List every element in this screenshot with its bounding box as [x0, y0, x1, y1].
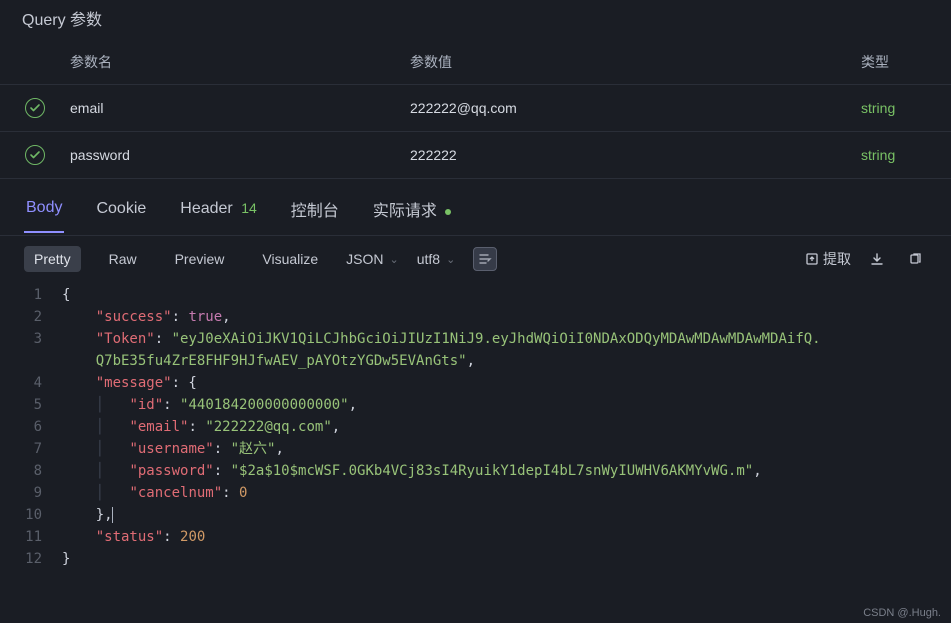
- copy-icon: [908, 252, 922, 266]
- json-key: "id": [129, 397, 163, 413]
- download-button[interactable]: [865, 247, 889, 271]
- json-number: 200: [180, 529, 205, 545]
- section-title: Query 参数: [0, 0, 951, 40]
- table-row[interactable]: email 222222@qq.com string: [0, 85, 951, 132]
- param-name: password: [70, 147, 410, 163]
- line-number: [0, 350, 62, 372]
- json-string: "440184200000000000": [180, 397, 349, 413]
- json-key: "message": [96, 375, 172, 391]
- watermark: CSDN @.Hugh.: [863, 607, 941, 619]
- json-key: "password": [129, 463, 213, 479]
- wrap-toggle-button[interactable]: [473, 247, 497, 271]
- body-toolbar: Pretty Raw Preview Visualize JSON ⌄ utf8…: [0, 236, 951, 282]
- format-select[interactable]: JSON ⌄: [346, 251, 399, 267]
- format-label: JSON: [346, 251, 383, 267]
- extract-button[interactable]: 提取: [805, 249, 851, 269]
- check-icon: [25, 98, 45, 118]
- tab-cookie[interactable]: Cookie: [94, 200, 148, 232]
- json-string: "222222@qq.com": [205, 419, 331, 435]
- chevron-down-icon: ⌄: [446, 253, 455, 266]
- view-raw-button[interactable]: Raw: [99, 246, 147, 272]
- json-string: "eyJ0eXAiOiJKV1QiLCJhbGciOiJIUzI1NiJ9.ey…: [172, 331, 821, 347]
- param-name: email: [70, 100, 410, 116]
- tab-console[interactable]: 控制台: [289, 197, 341, 235]
- cursor: [112, 507, 113, 523]
- view-visualize-button[interactable]: Visualize: [252, 246, 328, 272]
- check-icon: [25, 145, 45, 165]
- line-number: 2: [0, 306, 62, 328]
- line-number: 6: [0, 416, 62, 438]
- line-number: 7: [0, 438, 62, 460]
- param-type: string: [861, 100, 951, 116]
- copy-button[interactable]: [903, 247, 927, 271]
- view-preview-button[interactable]: Preview: [165, 246, 235, 272]
- extract-icon: [805, 252, 819, 266]
- json-key: "success": [96, 309, 172, 325]
- json-key: "cancelnum": [129, 485, 222, 501]
- line-number: 4: [0, 372, 62, 394]
- line-number: 12: [0, 548, 62, 570]
- view-pretty-button[interactable]: Pretty: [24, 246, 81, 272]
- line-number: 1: [0, 284, 62, 306]
- col-header-type: 类型: [861, 52, 951, 72]
- json-string: Q7bE35fu4ZrE8FHF9HJfwAEV_pAYOtzYGDw5EVAn…: [96, 353, 467, 369]
- json-key: "email": [129, 419, 188, 435]
- table-row[interactable]: password 222222 string: [0, 132, 951, 179]
- json-body-viewer[interactable]: 1{ 2 "success": true, 3 "Token": "eyJ0eX…: [0, 282, 951, 572]
- line-number: 5: [0, 394, 62, 416]
- response-tabs: Body Cookie Header 14 控制台 实际请求: [0, 179, 951, 236]
- param-type: string: [861, 147, 951, 163]
- json-key: "Token": [96, 331, 155, 347]
- json-bool: true: [188, 309, 222, 325]
- tab-body[interactable]: Body: [24, 199, 64, 233]
- col-header-name: 参数名: [0, 52, 410, 72]
- encoding-select[interactable]: utf8 ⌄: [417, 251, 456, 267]
- json-key: "status": [96, 529, 163, 545]
- tab-actual-request-label: 实际请求: [373, 203, 437, 220]
- line-number: 8: [0, 460, 62, 482]
- encoding-label: utf8: [417, 251, 440, 267]
- tab-header-label: Header: [180, 200, 232, 217]
- line-number: 10: [0, 504, 62, 526]
- json-string: "$2a$10$mcWSF.0GKb4VCj83sI4RyuikY1depI4b…: [231, 463, 754, 479]
- download-icon: [870, 252, 884, 266]
- green-dot-icon: [445, 209, 451, 215]
- json-string: "赵六": [231, 441, 276, 457]
- param-value: 222222: [410, 147, 861, 163]
- json-number: 0: [239, 485, 247, 501]
- extract-label: 提取: [823, 249, 851, 269]
- header-count-badge: 14: [241, 200, 257, 216]
- wrap-icon: [478, 252, 492, 266]
- row-check[interactable]: [0, 98, 70, 118]
- row-check[interactable]: [0, 145, 70, 165]
- col-header-value: 参数值: [410, 52, 861, 72]
- brace: {: [62, 287, 70, 303]
- chevron-down-icon: ⌄: [390, 253, 399, 266]
- line-number: 3: [0, 328, 62, 350]
- tab-actual-request[interactable]: 实际请求: [371, 197, 453, 235]
- json-key: "username": [129, 441, 213, 457]
- line-number: 11: [0, 526, 62, 548]
- tab-header[interactable]: Header 14: [178, 200, 259, 232]
- line-number: 9: [0, 482, 62, 504]
- brace: }: [62, 551, 70, 567]
- params-table-header: 参数名 参数值 类型: [0, 40, 951, 85]
- param-value: 222222@qq.com: [410, 100, 861, 116]
